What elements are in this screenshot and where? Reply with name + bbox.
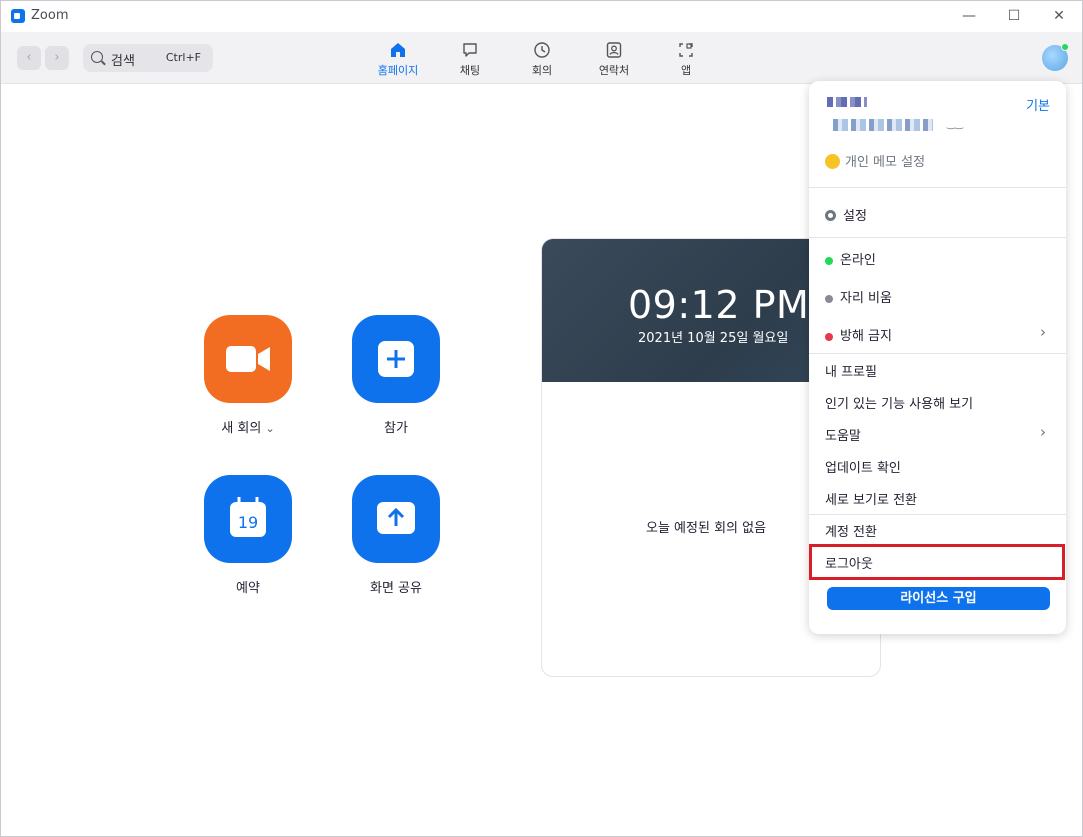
share-screen-label: 화면 공유 [370,581,422,596]
main-toolbar: ‹ › 검색 Ctrl+F 홈페이지 채팅 회의 연락처 앱 [1,32,1082,84]
join-label: 참가 [384,421,408,436]
menu-item-profile[interactable]: 내 프로필 [825,361,877,380]
tab-contacts[interactable]: 연락처 [584,41,644,81]
menu-item-online[interactable]: 온라인 [825,249,876,268]
buy-license-button[interactable]: 라이선스 구입 [827,587,1050,610]
maximize-button[interactable]: ☐ [999,5,1029,27]
back-button[interactable]: ‹ [17,46,41,70]
menu-item-help[interactable]: 도움말 [825,425,861,444]
chat-icon [463,43,477,57]
search-icon [91,51,103,63]
profile-menu: ‿‿ 기본 개인 메모 설정 설정 온라인 자리 비움 방해 금지 › 내 프로… [809,81,1066,634]
menu-item-check-updates[interactable]: 업데이트 확인 [825,457,901,476]
new-meeting-action[interactable]: 새 회의 ⌄ [204,315,292,436]
chevron-right-icon: › [1040,323,1046,341]
video-camera-icon [226,346,270,372]
calendar-icon: 19 [230,497,266,537]
tab-meetings[interactable]: 회의 [512,41,572,81]
tab-chat-label: 채팅 [459,64,481,77]
menu-divider [809,187,1066,188]
forward-button[interactable]: › [45,46,69,70]
tab-apps[interactable]: 앱 [656,41,716,81]
search-shortcut: Ctrl+F [165,51,201,64]
new-meeting-label: 새 회의 ⌄ [221,421,275,436]
dnd-icon [825,333,833,341]
plan-badge[interactable]: 기본 [1026,95,1050,114]
search-box[interactable]: 검색 Ctrl+F [83,44,213,72]
tab-meetings-label: 회의 [531,64,553,77]
menu-item-away[interactable]: 자리 비움 [825,287,892,306]
menu-item-settings[interactable]: 설정 [825,205,867,224]
menu-divider [809,237,1066,238]
chevron-down-icon[interactable]: ⌄ [265,422,274,435]
plus-icon [378,341,414,377]
window-title: Zoom [31,8,69,23]
tab-home-label: 홈페이지 [377,64,419,77]
hide-email-icon[interactable]: ‿‿ [947,119,963,130]
user-email-redacted [833,119,933,131]
menu-divider [809,514,1066,515]
menu-item-try-features[interactable]: 인기 있는 기능 사용해 보기 [825,393,973,412]
menu-item-dnd[interactable]: 방해 금지 [825,325,892,344]
online-dot-icon [825,257,833,265]
new-meeting-button[interactable] [204,315,292,403]
no-meetings-text: 오늘 예정된 회의 없음 [646,521,767,536]
share-arrow-icon [377,502,415,534]
schedule-action[interactable]: 19 예약 [204,475,292,596]
menu-item-logout[interactable]: 로그아웃 [825,553,873,572]
title-bar: Zoom — ☐ ✕ [1,1,1082,32]
menu-divider [809,353,1066,354]
smile-emoji-icon [825,154,840,169]
current-time: 09:12 PM [628,283,810,327]
tab-home[interactable]: 홈페이지 [368,41,428,81]
tab-apps-label: 앱 [680,64,692,77]
menu-item-switch-account[interactable]: 계정 전환 [825,521,877,540]
svg-text:19: 19 [238,513,258,532]
user-name-redacted [827,97,867,107]
current-date: 2021년 10월 25일 월요일 [638,331,789,346]
gear-icon [825,210,836,221]
share-screen-button[interactable] [352,475,440,563]
search-placeholder: 검색 [111,54,135,69]
online-status-icon [1061,43,1069,51]
join-button[interactable] [352,315,440,403]
zoom-window: Zoom — ☐ ✕ ‹ › 검색 Ctrl+F 홈페이지 채팅 회의 연락처 [0,0,1083,837]
schedule-label: 예약 [236,581,260,596]
personal-memo[interactable]: 개인 메모 설정 [825,151,925,170]
tab-chat[interactable]: 채팅 [440,41,500,81]
share-screen-action[interactable]: 화면 공유 [352,475,440,596]
chevron-right-icon: › [1040,423,1046,441]
clock-icon [534,42,550,58]
close-button[interactable]: ✕ [1044,5,1074,27]
contacts-icon [606,42,622,58]
away-clock-icon [825,295,833,303]
schedule-button[interactable]: 19 [204,475,292,563]
apps-icon [679,43,693,57]
join-action[interactable]: 참가 [352,315,440,436]
zoom-logo-icon [11,9,25,23]
home-icon [391,43,405,57]
minimize-button[interactable]: — [954,5,984,27]
menu-item-portrait-view[interactable]: 세로 보기로 전환 [825,489,917,508]
tab-contacts-label: 연락처 [598,64,630,77]
